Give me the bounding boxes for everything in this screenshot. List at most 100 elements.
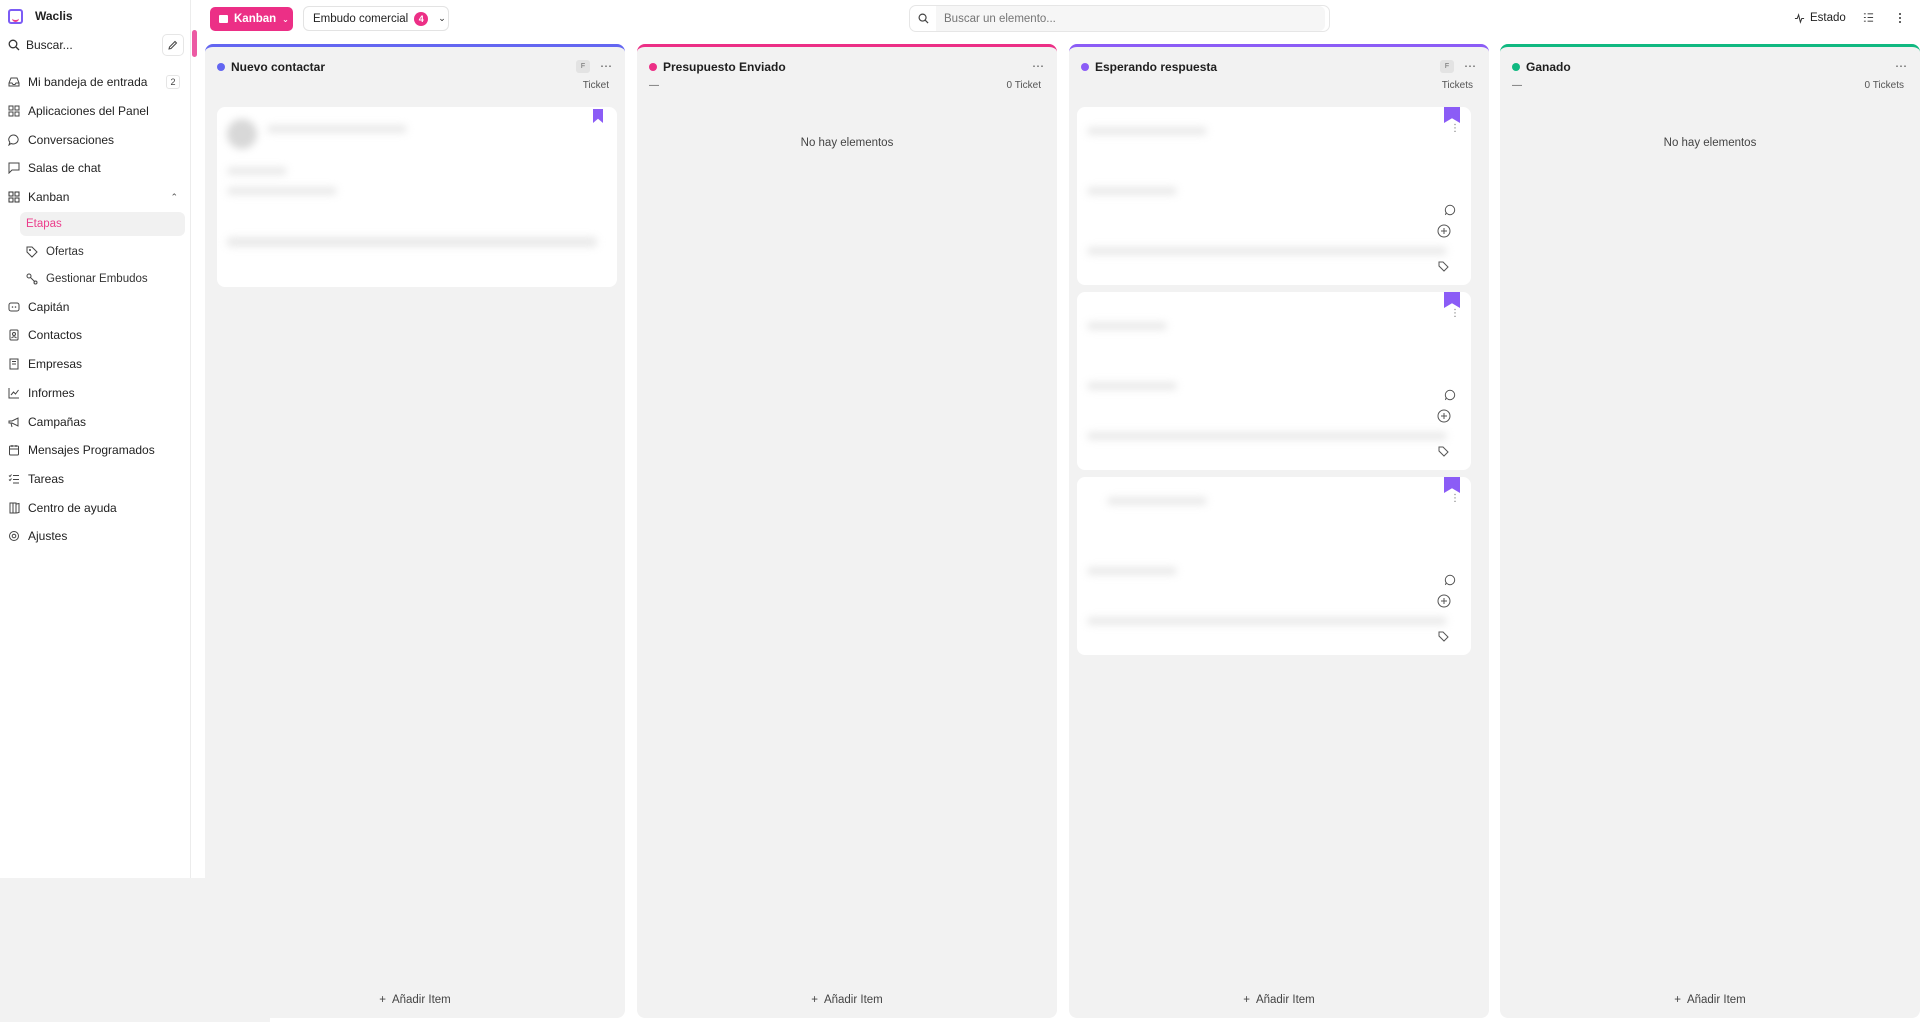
whatsapp-icon[interactable]	[1443, 203, 1457, 217]
card-more-icon[interactable]: ⋮	[1450, 124, 1460, 134]
brand[interactable]: Waclis	[8, 8, 73, 24]
card-more-icon[interactable]: ⋮	[1450, 494, 1460, 504]
sidebar-item-chat-rooms[interactable]: Salas de chat	[0, 154, 190, 183]
sidebar-search[interactable]: Buscar...	[4, 33, 156, 57]
sidebar-item-campaigns[interactable]: Campañas	[0, 407, 190, 436]
sidebar-item-label: Mensajes Programados	[28, 443, 155, 458]
pipeline-select-label: Embudo comercial	[313, 12, 409, 25]
tags-icon[interactable]	[1437, 259, 1451, 273]
column-more-icon[interactable]: ⋯	[1464, 59, 1477, 73]
pipeline-count-badge: 4	[414, 11, 429, 26]
sidebar-item-companies[interactable]: Empresas	[0, 350, 190, 379]
sidebar-item-label: Campañas	[28, 414, 87, 429]
compose-button[interactable]	[162, 34, 184, 56]
add-circle-icon[interactable]	[1437, 594, 1451, 608]
search-icon	[910, 13, 936, 24]
ticket-card[interactable]	[217, 107, 617, 287]
sidebar-item-help-center[interactable]: Centro de ayuda	[0, 493, 190, 522]
column-more-icon[interactable]: ⋯	[1032, 59, 1045, 73]
column-summary: — 0 Tickets	[1512, 80, 1904, 92]
app-logo-icon	[8, 8, 23, 24]
sidebar-subitem-gestionar-embudos[interactable]: Gestionar Embudos	[0, 265, 190, 292]
chevron-up-icon: ⌃	[170, 191, 178, 202]
sidebar: Waclis Buscar... Mi bandeja de entrada 2…	[0, 0, 191, 878]
add-item-button[interactable]: + Añadir Item	[637, 994, 1057, 1006]
column-summary: Tickets	[1081, 80, 1473, 92]
chat-room-icon	[8, 162, 20, 175]
sidebar-item-label: Contactos	[28, 328, 83, 343]
sidebar-subitem-etapas[interactable]: Etapas	[20, 212, 185, 237]
tags-icon[interactable]	[1437, 629, 1451, 643]
sidebar-item-captain[interactable]: Capitán	[0, 292, 190, 321]
add-circle-icon[interactable]	[1437, 409, 1451, 423]
add-item-button[interactable]: + Añadir Item	[205, 994, 625, 1006]
whatsapp-icon[interactable]	[1443, 573, 1457, 587]
sidebar-item-contacts[interactable]: Contactos	[0, 321, 190, 350]
sidebar-item-label: Ajustes	[28, 529, 68, 544]
column-more-icon[interactable]: ⋯	[600, 59, 613, 73]
top-toolbar: Kanban ⌄ Embudo comercial 4 ⌄ Estado	[196, 0, 1920, 40]
column-tag: F	[576, 59, 590, 73]
sidebar-item-tasks[interactable]: Tareas	[0, 465, 190, 494]
column-ticket-count: 0 Tickets	[1864, 80, 1904, 91]
status-button[interactable]: Estado	[1794, 12, 1846, 24]
kanban-icon	[8, 191, 20, 203]
view-switch-label: Kanban	[234, 13, 277, 25]
sidebar-item-conversations[interactable]: Conversaciones	[0, 125, 190, 154]
pipeline-select[interactable]: Embudo comercial 4 ⌄	[303, 6, 449, 31]
sidebar-item-settings[interactable]: Ajustes	[0, 522, 190, 551]
item-search	[909, 5, 1330, 32]
plus-icon: +	[811, 994, 818, 1006]
plus-icon: +	[1243, 994, 1250, 1006]
chevron-down-icon: ⌄	[282, 14, 289, 24]
sidebar-item-reports[interactable]: Informes	[0, 379, 190, 408]
ticket-card[interactable]: ⋮	[1077, 107, 1471, 285]
column-color-dot	[1081, 63, 1089, 71]
sidebar-item-kanban[interactable]: Kanban ⌃	[0, 183, 190, 212]
column-color-dot	[217, 63, 225, 71]
inbox-icon	[8, 76, 20, 88]
sidebar-item-label: Capitán	[28, 299, 70, 314]
kanban-icon	[219, 15, 228, 23]
column-more-icon[interactable]: ⋯	[1895, 59, 1908, 73]
filter-columns-icon[interactable]	[1863, 12, 1874, 26]
funnel-icon	[26, 273, 38, 285]
column-value: —	[1512, 80, 1522, 91]
add-circle-icon[interactable]	[1437, 224, 1451, 238]
tags-icon[interactable]	[1437, 444, 1451, 458]
bookmark-icon	[593, 109, 603, 123]
view-switch-button[interactable]: Kanban ⌄	[210, 7, 293, 31]
sidebar-item-scheduled-messages[interactable]: Mensajes Programados	[0, 436, 190, 465]
chart-icon	[8, 387, 20, 399]
column-color-dot	[649, 63, 657, 71]
more-vertical-icon[interactable]	[1898, 12, 1902, 27]
sidebar-search-label: Buscar...	[26, 38, 73, 52]
ticket-card[interactable]: ⋮	[1077, 477, 1471, 655]
chevron-down-icon: ⌄	[438, 13, 446, 23]
sidebar-item-label: Informes	[28, 385, 75, 400]
building-icon	[8, 358, 20, 370]
column-header: Presupuesto Enviado ⋯	[649, 59, 1045, 75]
bookmark-icon	[1444, 292, 1460, 308]
sidebar-item-label: Centro de ayuda	[28, 500, 117, 515]
kanban-column: Presupuesto Enviado ⋯ — 0 Ticket No hay …	[637, 44, 1057, 1018]
sidebar-item-apps[interactable]: Aplicaciones del Panel	[0, 97, 190, 126]
sidebar-item-label: Mi bandeja de entrada	[28, 75, 148, 90]
column-ticket-count: 0 Ticket	[1006, 80, 1041, 91]
ticket-card[interactable]: ⋮	[1077, 292, 1471, 470]
add-item-label: Añadir Item	[1686, 994, 1746, 1006]
sidebar-subitem-ofertas[interactable]: Ofertas	[0, 238, 190, 265]
column-header: Esperando respuesta F ⋯	[1081, 59, 1477, 75]
add-item-button[interactable]: + Añadir Item	[1500, 994, 1920, 1006]
whatsapp-icon[interactable]	[1443, 388, 1457, 402]
card-more-icon[interactable]: ⋮	[1450, 309, 1460, 319]
column-header: Ganado ⋯	[1512, 59, 1908, 75]
item-search-input[interactable]	[936, 6, 1325, 31]
sidebar-subitem-label: Gestionar Embudos	[46, 272, 148, 285]
sidebar-subitem-label: Ofertas	[46, 245, 84, 258]
add-item-button[interactable]: + Añadir Item	[1069, 994, 1489, 1006]
column-header: Nuevo contactar F ⋯	[217, 59, 613, 75]
search-icon	[8, 39, 20, 51]
sidebar-item-inbox[interactable]: Mi bandeja de entrada 2	[0, 68, 190, 97]
add-item-label: Añadir Item	[391, 994, 451, 1006]
